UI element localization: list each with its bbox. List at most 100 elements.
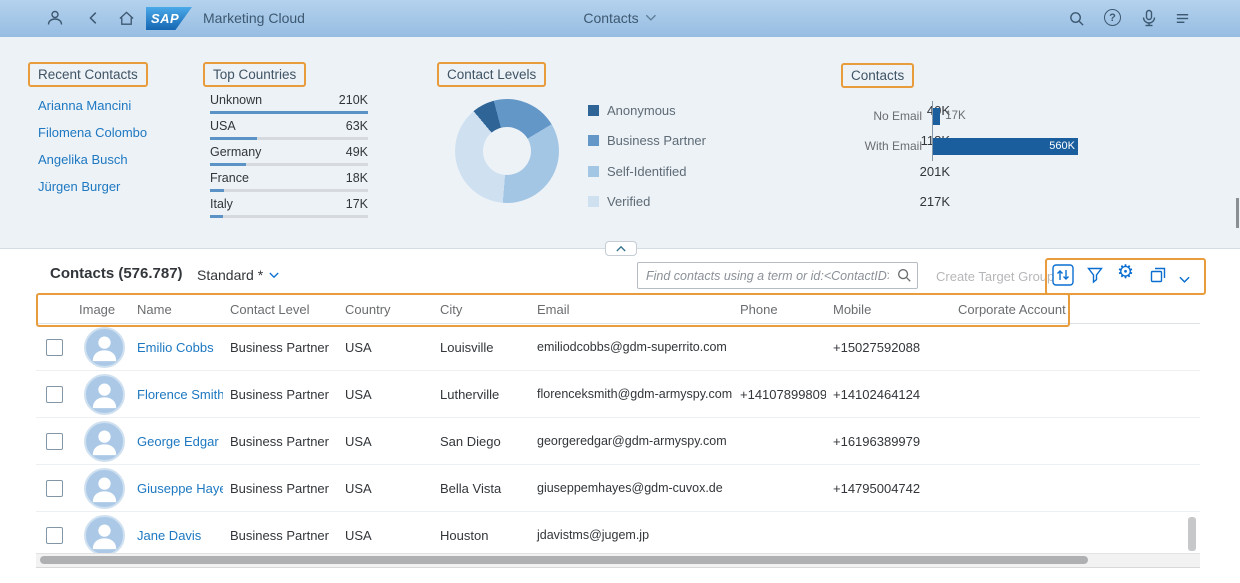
row-checkbox[interactable] [45, 526, 63, 544]
sap-logo-text: SAP [151, 11, 180, 26]
sort-icon[interactable] [1052, 264, 1074, 291]
row-checkbox[interactable] [45, 385, 63, 403]
bar-row: No Email 17K [828, 101, 1078, 131]
recent-contacts-title: Recent Contacts [28, 62, 148, 87]
column-header-mobile[interactable]: Mobile [826, 295, 951, 323]
product-title: Marketing Cloud [203, 10, 305, 26]
country-cell: USA [345, 527, 372, 543]
bar-label: No Email [873, 109, 922, 123]
email-cell: georgeredgar@gdm-armyspy.com [537, 434, 727, 448]
horizontal-scrollbar-thumb[interactable] [40, 556, 1088, 564]
country-row: Germany 49K [210, 145, 368, 171]
city-cell: Bella Vista [440, 480, 502, 496]
column-header-image[interactable]: Image [72, 295, 130, 323]
table-vertical-scrollbar-thumb[interactable] [1188, 517, 1196, 551]
contacts-tile-title: Contacts [841, 63, 915, 88]
row-checkbox[interactable] [45, 432, 63, 450]
recent-contact-link[interactable]: Angelika Busch [38, 151, 147, 169]
microphone-icon[interactable] [1140, 9, 1158, 32]
country-bar [210, 137, 258, 140]
country-cell: USA [345, 480, 372, 496]
email-cell: emiliodcobbs@gdm-superrito.com [537, 340, 727, 354]
contact-level-cell: Business Partner [230, 433, 329, 449]
city-cell: Houston [440, 527, 489, 543]
bar-row: With Email 560K [828, 131, 1078, 161]
country-row: Italy 17K [210, 197, 368, 223]
chevron-down-icon [269, 272, 279, 278]
country-bar [210, 111, 368, 114]
email-cell: florenceksmith@gdm-armyspy.com [537, 387, 733, 401]
table-row: Jane Davis Business Partner USA Houston … [36, 512, 1200, 559]
collapse-header-button[interactable] [605, 241, 637, 256]
corporate-account-cell [951, 512, 1200, 558]
email-cell: giuseppemhayes@gdm-cuvox.de [537, 481, 723, 495]
city-cell: Lutherville [440, 386, 500, 402]
back-icon[interactable] [86, 10, 102, 31]
search-icon[interactable] [896, 267, 912, 288]
chevron-up-icon [616, 245, 626, 252]
country-cell: USA [345, 433, 372, 449]
mobile-cell: +15027592088 [833, 339, 921, 355]
recent-contact-link[interactable]: Arianna Mancini [38, 97, 147, 115]
legend-label: Self-Identified [607, 163, 687, 179]
export-icon[interactable] [1149, 266, 1167, 289]
phone-cell: +14107899809 [740, 386, 826, 402]
filter-icon[interactable] [1086, 266, 1104, 289]
country-row: France 18K [210, 171, 368, 197]
legend-swatch [588, 196, 599, 208]
page-scrollbar-thumb[interactable] [1236, 198, 1239, 228]
column-header-corporate-account[interactable]: Corporate Account [951, 295, 1200, 323]
recent-contact-link[interactable]: Jürgen Burger [38, 178, 147, 196]
notifications-list-icon[interactable] [1174, 10, 1191, 32]
home-icon[interactable] [118, 10, 135, 32]
top-countries-chart: Unknown 210K USA 63K Germany 49K France 18K … [210, 93, 368, 223]
avatar-icon [84, 326, 125, 368]
kpi-dashboard: Recent Contacts Arianna Mancini Filomena… [0, 37, 1240, 249]
column-header-email[interactable]: Email [530, 295, 733, 323]
country-value: 49K [345, 145, 368, 159]
column-header-city[interactable]: City [433, 295, 530, 323]
contact-name-link[interactable]: Emilio Cobbs [137, 340, 214, 355]
country-value: 17K [345, 197, 368, 211]
shell-header: SAP Marketing Cloud Contacts ? [0, 0, 1240, 38]
header-select-cell[interactable] [36, 295, 72, 323]
help-icon[interactable]: ? [1104, 9, 1121, 26]
column-header-country[interactable]: Country [338, 295, 433, 323]
country-label: France [210, 171, 249, 185]
mobile-cell: +16196389979 [833, 433, 921, 449]
contact-level-cell: Business Partner [230, 480, 329, 496]
app-title-dropdown[interactable]: Contacts [583, 10, 657, 26]
bar-no-email [933, 107, 941, 125]
donut-hole [483, 127, 531, 175]
country-bar [210, 163, 247, 166]
table-header-row: Image Name Contact Level Country City Em… [36, 294, 1200, 324]
legend-swatch [588, 104, 599, 116]
user-icon[interactable] [46, 9, 64, 32]
country-bar-track [210, 189, 368, 192]
recent-contact-link[interactable]: Filomena Colombo [38, 124, 147, 142]
legend-swatch [588, 135, 599, 147]
contact-name-link[interactable]: Jane Davis [137, 528, 201, 543]
search-icon[interactable] [1068, 10, 1085, 32]
row-checkbox[interactable] [45, 338, 63, 356]
column-header-name[interactable]: Name [130, 295, 223, 323]
row-checkbox[interactable] [45, 479, 63, 497]
column-header-phone[interactable]: Phone [733, 295, 826, 323]
contact-name-link[interactable]: George Edgar [137, 434, 219, 449]
country-bar-track [210, 137, 368, 140]
contact-name-link[interactable]: Giuseppe Hayes [137, 481, 223, 496]
city-cell: Louisville [440, 339, 494, 355]
create-target-group-button[interactable]: Create Target Group [936, 269, 1054, 284]
contact-name-link[interactable]: Florence Smith [137, 387, 223, 402]
column-header-contact-level[interactable]: Contact Level [223, 295, 338, 323]
phone-cell [733, 512, 826, 558]
chevron-down-icon [646, 14, 657, 21]
corporate-account-cell [951, 465, 1200, 511]
phone-cell [733, 418, 826, 464]
search-input[interactable] [637, 262, 918, 289]
view-selector[interactable]: Standard * [197, 267, 279, 283]
settings-gear-icon[interactable]: ⚙ [1117, 263, 1134, 282]
chevron-down-icon[interactable] [1179, 271, 1190, 289]
mobile-cell [826, 512, 951, 558]
country-value: 210K [338, 93, 368, 107]
